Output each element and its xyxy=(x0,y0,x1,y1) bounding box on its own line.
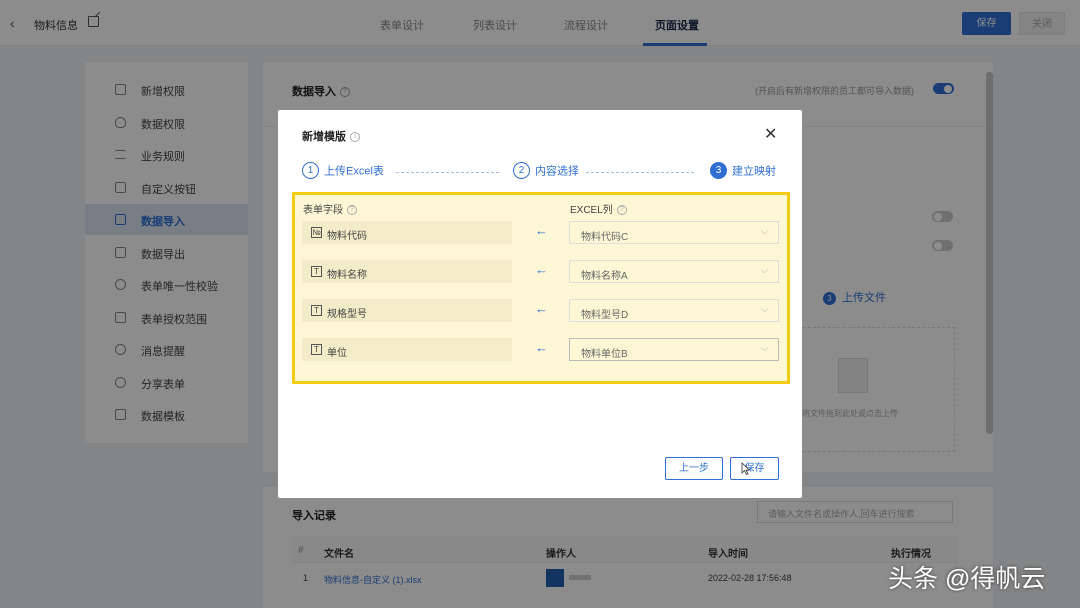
arrow-left-icon: ← xyxy=(535,223,548,238)
form-field-label: 物料代码 xyxy=(327,231,367,242)
excel-column-value: 物料型号D xyxy=(581,310,629,321)
excel-column-value: 物料单位B xyxy=(581,349,628,360)
form-field: T 物料名称 xyxy=(302,260,512,283)
watermark: 头条 @得帆云 xyxy=(888,565,1046,593)
arrow-left-icon: ← xyxy=(535,262,548,277)
add-template-modal: 新增模版 i ✕ 1 上传Excel表 2 内容选择 3 建立映射 表单字段? EXCE… xyxy=(278,110,802,498)
form-field: № 物料代码 xyxy=(302,221,512,244)
excel-column-header: EXCEL列? xyxy=(570,201,627,216)
mapping-area: 表单字段? EXCEL列? № 物料代码 ← 物料代码C ⌵ T 物料名称 ← … xyxy=(292,192,790,384)
step-content-select: 2 内容选择 xyxy=(513,162,579,179)
chevron-down-icon: ⌵ xyxy=(761,304,768,314)
step-connector xyxy=(396,172,499,173)
chevron-down-icon: ⌵ xyxy=(761,226,768,236)
arrow-left-icon: ← xyxy=(535,340,548,355)
serial-number-icon: № xyxy=(311,227,322,238)
form-field-column-header: 表单字段? xyxy=(303,201,357,216)
previous-step-button[interactable]: 上一步 xyxy=(665,457,723,480)
form-field: T 规格型号 xyxy=(302,299,512,322)
modal-save-button[interactable]: 保存 xyxy=(730,457,779,480)
modal-title: 新增模版 i xyxy=(302,128,360,144)
excel-column-value: 物料代码C xyxy=(581,232,629,243)
help-icon[interactable]: ? xyxy=(616,205,627,216)
excel-column-select[interactable]: 物料名称A ⌵ xyxy=(569,260,779,283)
step-build-mapping: 3 建立映射 xyxy=(710,162,776,179)
form-field: T 单位 xyxy=(302,338,512,361)
step-connector xyxy=(586,172,694,173)
chevron-down-icon: ⌵ xyxy=(761,265,768,275)
excel-column-value: 物料名称A xyxy=(581,271,628,282)
mouse-cursor-icon xyxy=(741,462,751,475)
help-icon[interactable]: i xyxy=(350,132,360,143)
step-upload-excel: 1 上传Excel表 xyxy=(302,162,384,179)
form-field-label: 物料名称 xyxy=(327,270,367,281)
form-field-label: 规格型号 xyxy=(327,309,367,320)
help-icon[interactable]: ? xyxy=(347,205,357,216)
close-icon[interactable]: ✕ xyxy=(764,124,777,144)
form-field-label: 单位 xyxy=(327,348,347,359)
arrow-left-icon: ← xyxy=(535,301,548,316)
excel-column-select[interactable]: 物料代码C ⌵ xyxy=(569,221,779,244)
text-field-icon: T xyxy=(311,305,322,316)
text-field-icon: T xyxy=(311,344,322,355)
excel-column-select[interactable]: 物料单位B ⌵ xyxy=(569,338,779,361)
chevron-down-icon: ⌵ xyxy=(761,343,768,353)
excel-column-select[interactable]: 物料型号D ⌵ xyxy=(569,299,779,322)
text-field-icon: T xyxy=(311,266,322,277)
